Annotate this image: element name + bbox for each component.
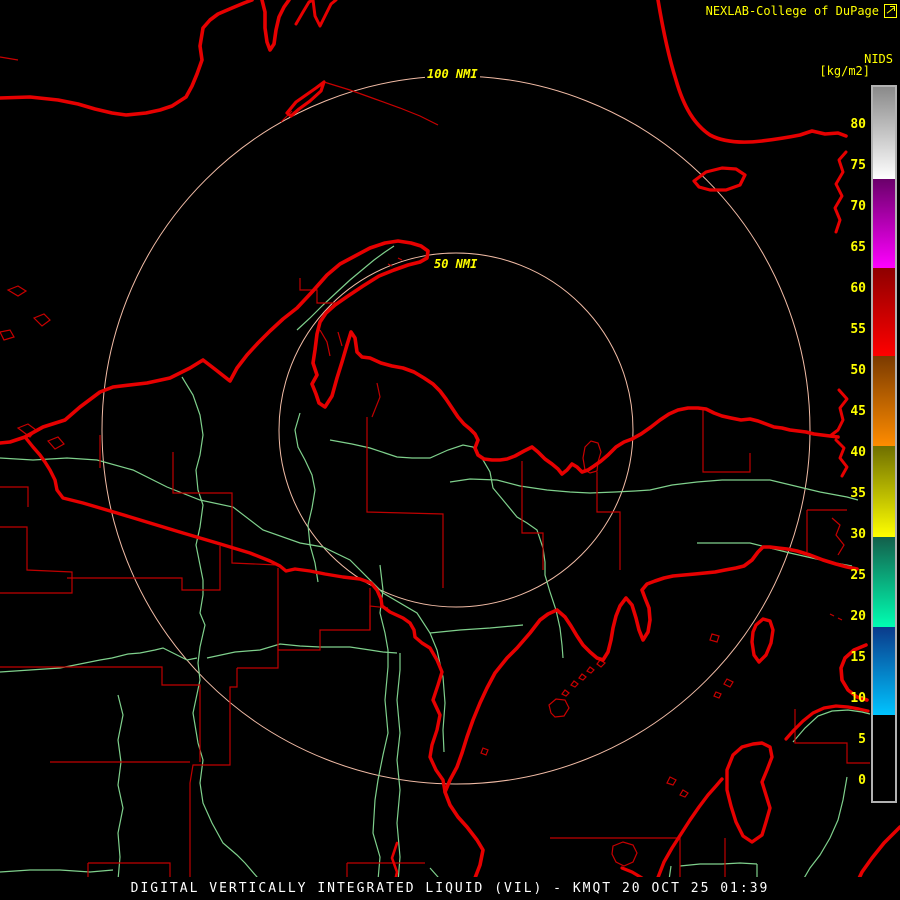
lake-superior-northeast-shore bbox=[656, 0, 848, 144]
color-scale-tick-70: 70 bbox=[850, 199, 866, 214]
color-scale-tick-40: 40 bbox=[850, 445, 866, 460]
island-outline bbox=[285, 80, 326, 118]
river-lines-layer bbox=[0, 245, 871, 900]
color-scale-tick-15: 15 bbox=[850, 650, 866, 665]
color-scale-tick-25: 25 bbox=[850, 568, 866, 583]
shoreline-layer bbox=[0, 0, 900, 900]
color-scale-tick-65: 65 bbox=[850, 240, 866, 255]
color-scale-tick-55: 55 bbox=[850, 322, 866, 337]
range-ring-label-100nmi: 100 NMI bbox=[425, 67, 480, 81]
range-rings bbox=[101, 75, 811, 785]
color-scale-tick-35: 35 bbox=[850, 486, 866, 501]
color-scale-segment-orange bbox=[873, 356, 895, 446]
brand-title: NEXLAB-College of DuPage bbox=[705, 4, 879, 18]
state-border-wi-mi bbox=[23, 435, 447, 794]
color-scale-tick-75: 75 bbox=[850, 158, 866, 173]
color-scale-tick-5: 5 bbox=[858, 732, 866, 747]
range-ring-100nmi bbox=[101, 75, 811, 785]
lake-superior-south-shore bbox=[0, 239, 840, 476]
color-scale-segment-green bbox=[873, 537, 895, 627]
county-lines-layer bbox=[0, 278, 870, 900]
color-scale-tick-30: 30 bbox=[850, 527, 866, 542]
color-scale-tick-10: 10 bbox=[850, 691, 866, 706]
color-scale-segment-blue bbox=[873, 627, 895, 715]
color-scale-tick-60: 60 bbox=[850, 281, 866, 296]
color-scale-tick-20: 20 bbox=[850, 609, 866, 624]
color-scale-tick-50: 50 bbox=[850, 363, 866, 378]
product-status-text: DIGITAL VERTICALLY INTEGRATED LIQUID (VI… bbox=[130, 881, 770, 896]
color-scale-segment-purple bbox=[873, 179, 895, 268]
color-scale-segment-gray bbox=[873, 87, 895, 179]
brand-row: NEXLAB-College of DuPage bbox=[706, 4, 897, 18]
color-scale-tick-45: 45 bbox=[850, 404, 866, 419]
lake-superior-north-shore bbox=[0, 0, 254, 117]
michipicoten-island bbox=[692, 166, 747, 192]
color-scale-segment-yellow bbox=[873, 446, 895, 537]
range-ring-label-50nmi: 50 NMI bbox=[432, 257, 480, 271]
shoreline-detail-layer bbox=[0, 56, 845, 867]
color-scale-tick-80: 80 bbox=[850, 117, 866, 132]
broken-image-icon bbox=[884, 4, 897, 18]
color-scale-segment-red bbox=[873, 268, 895, 356]
vil-color-scale bbox=[871, 85, 897, 803]
units-label: [kg/m2] bbox=[819, 64, 870, 78]
status-bar: DIGITAL VERTICALLY INTEGRATED LIQUID (VI… bbox=[0, 877, 900, 900]
color-scale-segment-black bbox=[873, 715, 895, 799]
color-scale-tick-0: 0 bbox=[858, 773, 866, 788]
radar-map bbox=[0, 0, 900, 900]
radar-display: 100 NMI 50 NMI NEXLAB-College of DuPage … bbox=[0, 0, 900, 900]
